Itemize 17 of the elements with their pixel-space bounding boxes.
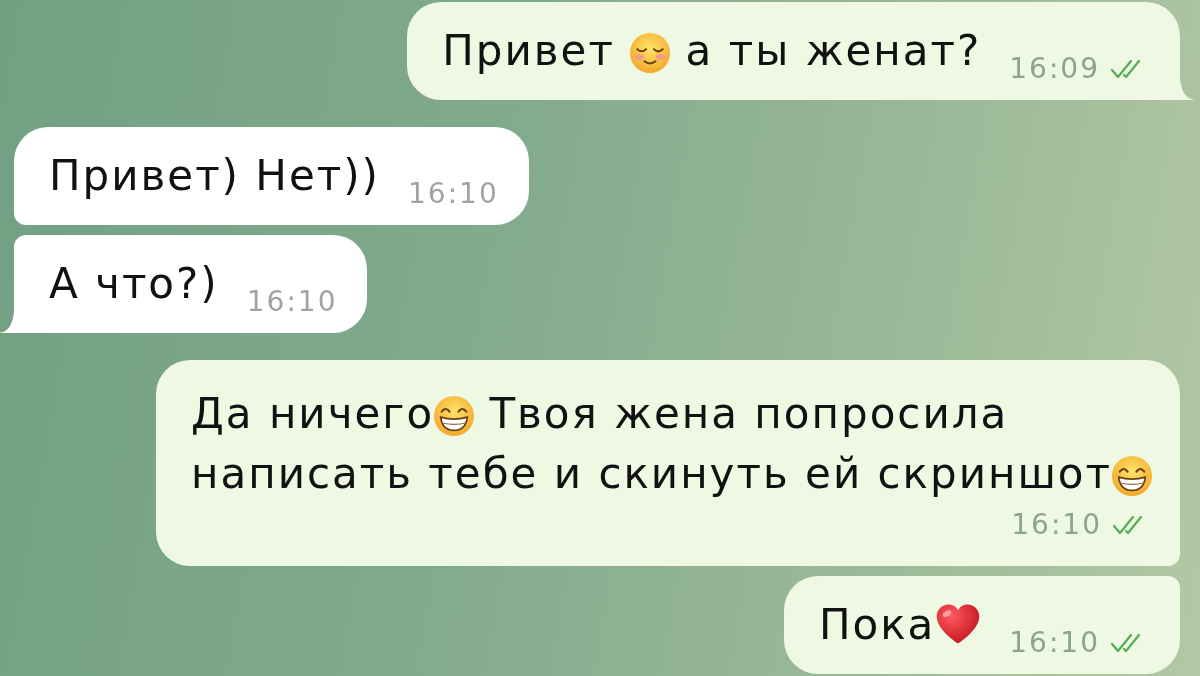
message-time: 16:10: [246, 287, 338, 317]
message-text: А что?): [49, 259, 219, 308]
smiling-face-icon: [630, 33, 671, 73]
grinning-face-icon: [1112, 456, 1152, 496]
message-text: Привет) Нет)): [49, 151, 380, 200]
message-text: Привет: [442, 26, 616, 75]
heart-icon: [935, 603, 982, 645]
message-text: Твоя жена попросила: [488, 389, 1009, 438]
message-text: Да ничего: [191, 389, 435, 438]
message-time: 16:10: [1009, 628, 1100, 658]
message-text: а ты женат?: [684, 26, 982, 75]
message-time: 16:09: [1009, 54, 1100, 84]
grinning-face-icon: [434, 396, 475, 436]
message-time: 16:10: [408, 179, 499, 209]
message-text: Пока: [818, 600, 936, 649]
message-text: написать тебе и скинуть ей скриншот: [191, 449, 1112, 498]
message-time: 16:10: [1011, 510, 1102, 540]
